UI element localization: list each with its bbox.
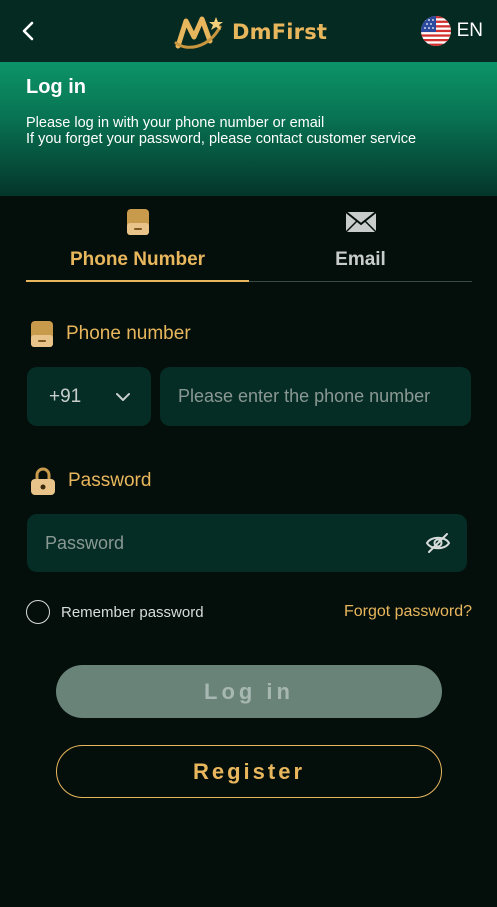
tab-phone-number[interactable]: Phone Number <box>26 196 249 282</box>
password-input[interactable] <box>27 514 467 572</box>
login-method-tabs: Phone Number Email <box>26 196 472 282</box>
chevron-left-icon <box>22 21 34 41</box>
login-button[interactable]: Log in <box>56 665 442 718</box>
tab-email[interactable]: Email <box>249 196 472 281</box>
remember-radio[interactable] <box>26 600 50 624</box>
us-flag-icon <box>420 16 451 46</box>
phone-input[interactable] <box>160 367 471 426</box>
tab-phone-label: Phone Number <box>69 249 206 270</box>
language-label: EN <box>456 20 483 41</box>
phone-label-text: Phone number <box>66 323 191 344</box>
language-selector[interactable]: EN <box>420 15 483 47</box>
lock-icon <box>31 467 55 495</box>
page-title: Log in <box>26 76 86 98</box>
top-bar: DmFirst EN <box>0 0 497 62</box>
remember-password-option[interactable]: Remember password <box>26 600 204 624</box>
country-code-select[interactable]: +91 <box>27 367 151 426</box>
brand-logo: DmFirst <box>174 12 327 52</box>
country-code-value: +91 <box>49 385 82 407</box>
phone-field-label: Phone number <box>30 319 191 349</box>
tab-email-label: Email <box>335 249 386 270</box>
password-label-text: Password <box>68 470 152 491</box>
dm-logo-icon <box>174 16 223 49</box>
back-button[interactable] <box>14 17 42 45</box>
remember-label: Remember password <box>61 603 204 621</box>
banner-instruction: Please log in with your phone number or … <box>26 115 325 131</box>
chevron-down-icon <box>116 392 130 401</box>
login-banner: Log in Please log in with your phone num… <box>0 62 497 196</box>
password-field <box>27 514 467 572</box>
forgot-password-link[interactable]: Forgot password? <box>344 603 472 621</box>
phone-icon <box>126 208 150 236</box>
phone-icon <box>31 321 53 347</box>
envelope-icon <box>344 208 377 236</box>
password-field-label: Password <box>30 466 151 496</box>
banner-help-text: If you forget your password, please cont… <box>26 131 417 147</box>
register-button[interactable]: Register <box>56 745 442 798</box>
brand-name: DmFirst <box>232 20 328 44</box>
eye-hidden-icon[interactable] <box>425 531 451 555</box>
